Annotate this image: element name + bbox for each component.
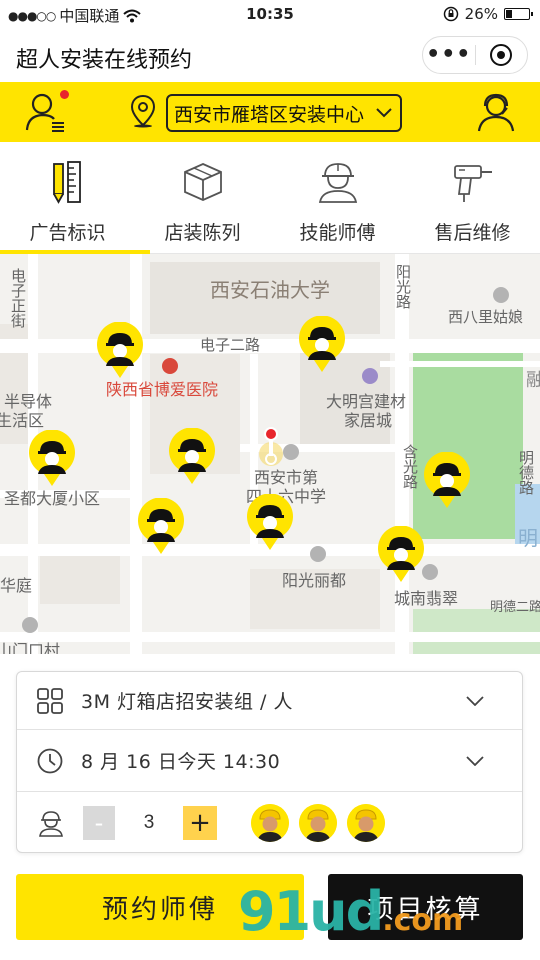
tab-advertising[interactable]: 广告标识 — [0, 142, 135, 254]
battery-percent: 26% — [464, 5, 498, 23]
battery-icon — [504, 8, 533, 20]
status-bar: ●●●○○ 中国联通 10:35 26% — [0, 0, 540, 28]
increment-button[interactable]: + — [183, 806, 217, 840]
worker-avatar[interactable] — [251, 804, 289, 842]
map-label-place: 家居城 — [344, 411, 393, 430]
worker-avatar[interactable] — [299, 804, 337, 842]
tab-after-sales[interactable]: 售后维修 — [405, 142, 540, 254]
worker-avatar[interactable] — [347, 804, 385, 842]
selected-workers — [251, 804, 385, 842]
category-tabs: 广告标识 店装陈列 技能师傅 售后维修 — [0, 142, 540, 254]
map-label-place: 圣都大厦小区 — [4, 489, 101, 508]
location-pin-icon — [130, 94, 156, 128]
worker-map-marker[interactable] — [95, 322, 145, 380]
tab-store-display-label: 店装陈列 — [164, 222, 241, 244]
map-label-place: 山门口村 — [0, 641, 61, 654]
clock-icon — [37, 748, 63, 773]
tab-advertising-label: 广告标识 — [29, 222, 106, 244]
quantity-input[interactable] — [115, 806, 183, 840]
map-label-place: 西八里姑娘 — [448, 308, 524, 326]
location-pin-red-icon — [259, 427, 283, 466]
close-button[interactable] — [476, 44, 528, 66]
grid-icon — [37, 687, 63, 714]
map-label-road: 阳光路 — [394, 264, 412, 309]
map-label-road: 电子二路 — [200, 336, 261, 354]
box-icon — [183, 163, 222, 201]
mall-poi-icon — [362, 368, 378, 384]
tab-after-sales-label: 售后维修 — [434, 222, 511, 244]
map-view[interactable]: 西安石油大学 电子二路 电子正街 阳光路 西八里姑娘 陕西省博爱医院 大明宫建材… — [0, 254, 540, 654]
hospital-poi-icon — [162, 358, 178, 374]
worker-map-marker[interactable] — [245, 494, 295, 552]
map-label-place: 阳光丽都 — [282, 571, 347, 590]
service-select-value: 3M 灯箱店招安装组 / 人 — [81, 691, 294, 713]
quantity-stepper: - + — [83, 806, 217, 840]
page-title: 超人安装在线预约 — [16, 48, 193, 73]
customer-service-icon[interactable] — [476, 92, 516, 132]
poi-icon — [493, 287, 509, 303]
map-label-road: 电子正街 — [9, 268, 27, 328]
worker-map-marker[interactable] — [27, 430, 77, 488]
pencil-ruler-icon — [52, 161, 81, 204]
worker-helmet-icon — [318, 163, 357, 203]
datetime-select[interactable]: 8 月 16 日今天 14:30 — [17, 730, 522, 792]
tab-skilled-workers[interactable]: 技能师傅 — [270, 142, 405, 254]
map-label-road: 含光路 — [401, 444, 419, 489]
watermark-main: 91ud — [238, 880, 384, 943]
chevron-down-icon — [466, 755, 484, 766]
service-select[interactable]: 3M 灯箱店招安装组 / 人 — [17, 672, 522, 730]
map-label-road: 明德二路 — [490, 600, 540, 615]
datetime-select-value: 8 月 16 日今天 14:30 — [81, 751, 281, 773]
tab-store-display[interactable]: 店装陈列 — [135, 142, 270, 254]
location-select-value: 西安市雁塔区安装中心 — [174, 103, 365, 126]
decrement-button[interactable]: - — [83, 806, 115, 840]
map-label-place: 城南翡翠 — [394, 589, 459, 608]
mini-program-capsule: ••• — [422, 36, 528, 74]
worker-map-marker[interactable] — [422, 452, 472, 510]
worker-count-row: - + — [17, 792, 522, 854]
drill-icon — [453, 165, 492, 202]
worker-map-marker[interactable] — [167, 428, 217, 486]
nav-bar: 超人安装在线预约 ••• — [0, 28, 540, 82]
school-poi-icon — [283, 444, 299, 460]
worker-icon — [39, 811, 63, 837]
location-header: 西安市雁塔区安装中心 — [0, 82, 540, 142]
map-label-road: 明德路 — [517, 450, 535, 495]
dropdown-chevron-icon — [376, 108, 392, 118]
map-label-place: 融 — [526, 370, 540, 391]
close-target-icon — [490, 44, 513, 66]
poi-icon — [310, 546, 326, 562]
location-select[interactable]: 西安市雁塔区安装中心 — [166, 94, 402, 132]
tab-skilled-workers-label: 技能师傅 — [299, 222, 376, 244]
map-label-place: 明 — [518, 526, 538, 550]
map-label-place: 生活区 — [0, 411, 45, 430]
notification-dot — [60, 90, 69, 99]
more-icon[interactable]: ••• — [423, 44, 475, 66]
rotation-lock-icon — [443, 6, 458, 22]
chevron-down-icon — [466, 695, 484, 706]
map-label-university: 西安石油大学 — [210, 278, 330, 302]
worker-map-marker[interactable] — [297, 316, 347, 374]
worker-map-marker[interactable] — [136, 498, 186, 556]
watermark-suffix: .com — [382, 903, 464, 938]
booking-form: 3M 灯箱店招安装组 / 人 8 月 16 日今天 14:30 - + — [16, 671, 523, 853]
map-label-place: 华庭 — [0, 576, 33, 595]
site-watermark: 91ud.com — [238, 880, 463, 943]
poi-icon — [22, 617, 38, 633]
worker-map-marker[interactable] — [376, 526, 426, 584]
